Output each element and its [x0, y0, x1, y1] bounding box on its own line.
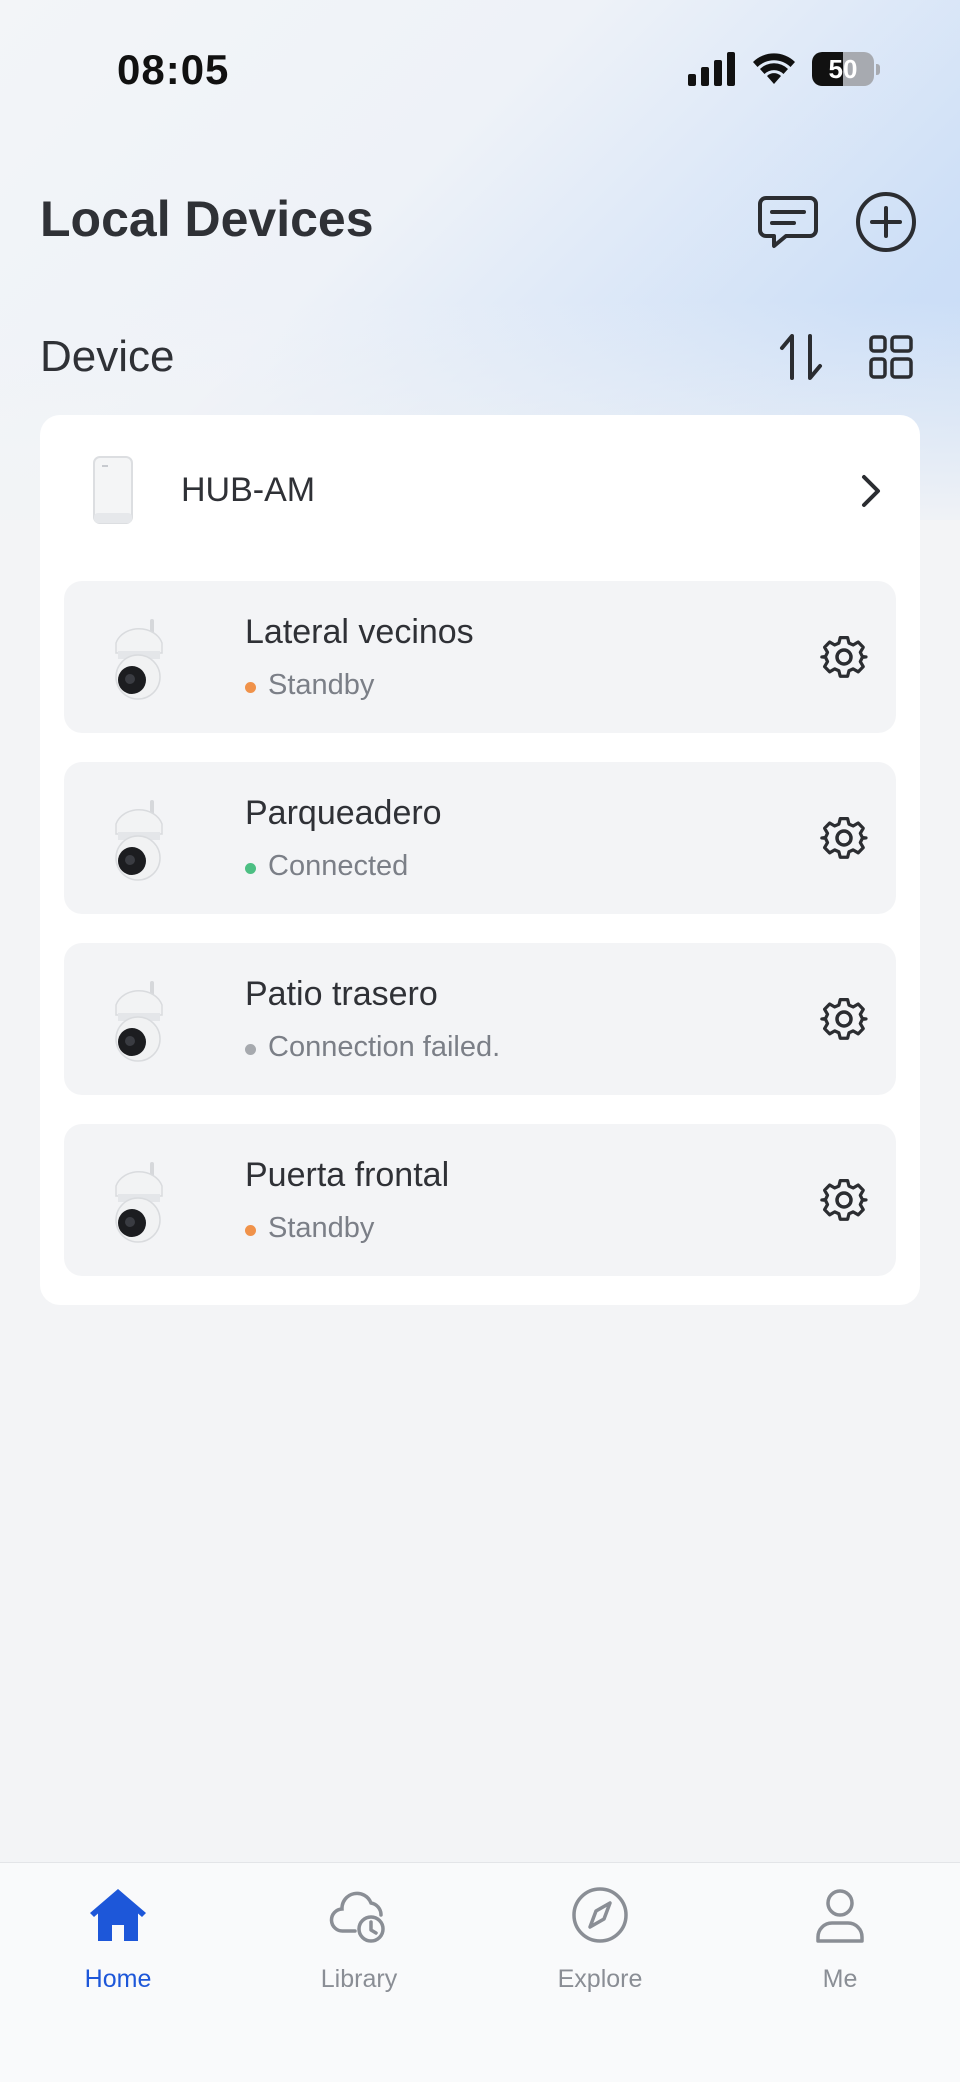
sort-icon[interactable]: [778, 332, 824, 382]
gear-icon[interactable]: [820, 633, 868, 681]
tab-label: Explore: [557, 1965, 643, 1993]
compass-icon: [572, 1887, 628, 1943]
hub-name: HUB-AM: [181, 471, 316, 509]
device-name: Patio trasero: [245, 975, 438, 1013]
device-card: HUB-AM Lateral vecinos Standby Parqueade…: [40, 415, 920, 1305]
tab-library[interactable]: Library: [279, 1885, 439, 2005]
device-status: Standby: [268, 669, 375, 701]
device-name: Lateral vecinos: [245, 613, 474, 651]
device-row[interactable]: Puerta frontal Standby: [64, 1124, 896, 1276]
status-dot: [245, 863, 256, 874]
status-bar: 08:05 50: [0, 0, 960, 140]
tab-label: Library: [320, 1965, 398, 1993]
layout-grid-icon[interactable]: [868, 334, 914, 380]
hub-row[interactable]: HUB-AM: [40, 415, 920, 565]
user-icon: [816, 1889, 864, 1943]
device-name: Puerta frontal: [245, 1156, 450, 1194]
gear-icon[interactable]: [820, 1176, 868, 1224]
wifi-icon: [753, 53, 795, 84]
hub-device-image: [93, 456, 133, 524]
tab-bar: Home Library Explore Me: [0, 1862, 960, 2082]
add-device-icon[interactable]: [854, 190, 918, 254]
tab-label: Home: [84, 1965, 152, 1993]
status-time: 08:05: [117, 46, 230, 93]
section-title: Device: [40, 332, 175, 381]
device-row[interactable]: Parqueadero Connected: [64, 762, 896, 914]
camera-device-image: [115, 981, 163, 1062]
device-status: Standby: [268, 1212, 375, 1244]
cloud-clock-icon: [329, 1891, 385, 1943]
tab-explore[interactable]: Explore: [520, 1885, 680, 2005]
chevron-right-icon[interactable]: [856, 471, 886, 511]
battery-percent: 50: [828, 54, 858, 84]
battery-icon: 50: [812, 52, 880, 86]
tab-label: Me: [822, 1965, 858, 1993]
device-status: Connected: [268, 850, 409, 882]
home-icon: [90, 1889, 146, 1941]
camera-device-image: [115, 1162, 163, 1243]
device-name: Parqueadero: [245, 794, 442, 832]
tab-home[interactable]: Home: [38, 1885, 198, 2005]
tab-me[interactable]: Me: [760, 1885, 920, 2005]
gear-icon[interactable]: [820, 814, 868, 862]
status-dot: [245, 682, 256, 693]
camera-device-image: [115, 619, 163, 700]
device-row[interactable]: Lateral vecinos Standby: [64, 581, 896, 733]
device-row[interactable]: Patio trasero Connection failed.: [64, 943, 896, 1095]
cellular-signal-icon: [688, 52, 735, 86]
messages-icon[interactable]: [756, 192, 820, 252]
status-dot: [245, 1225, 256, 1236]
gear-icon[interactable]: [820, 995, 868, 1043]
camera-device-image: [115, 800, 163, 881]
device-status: Connection failed.: [268, 1031, 501, 1063]
page-title: Local Devices: [40, 191, 374, 247]
status-dot: [245, 1044, 256, 1055]
